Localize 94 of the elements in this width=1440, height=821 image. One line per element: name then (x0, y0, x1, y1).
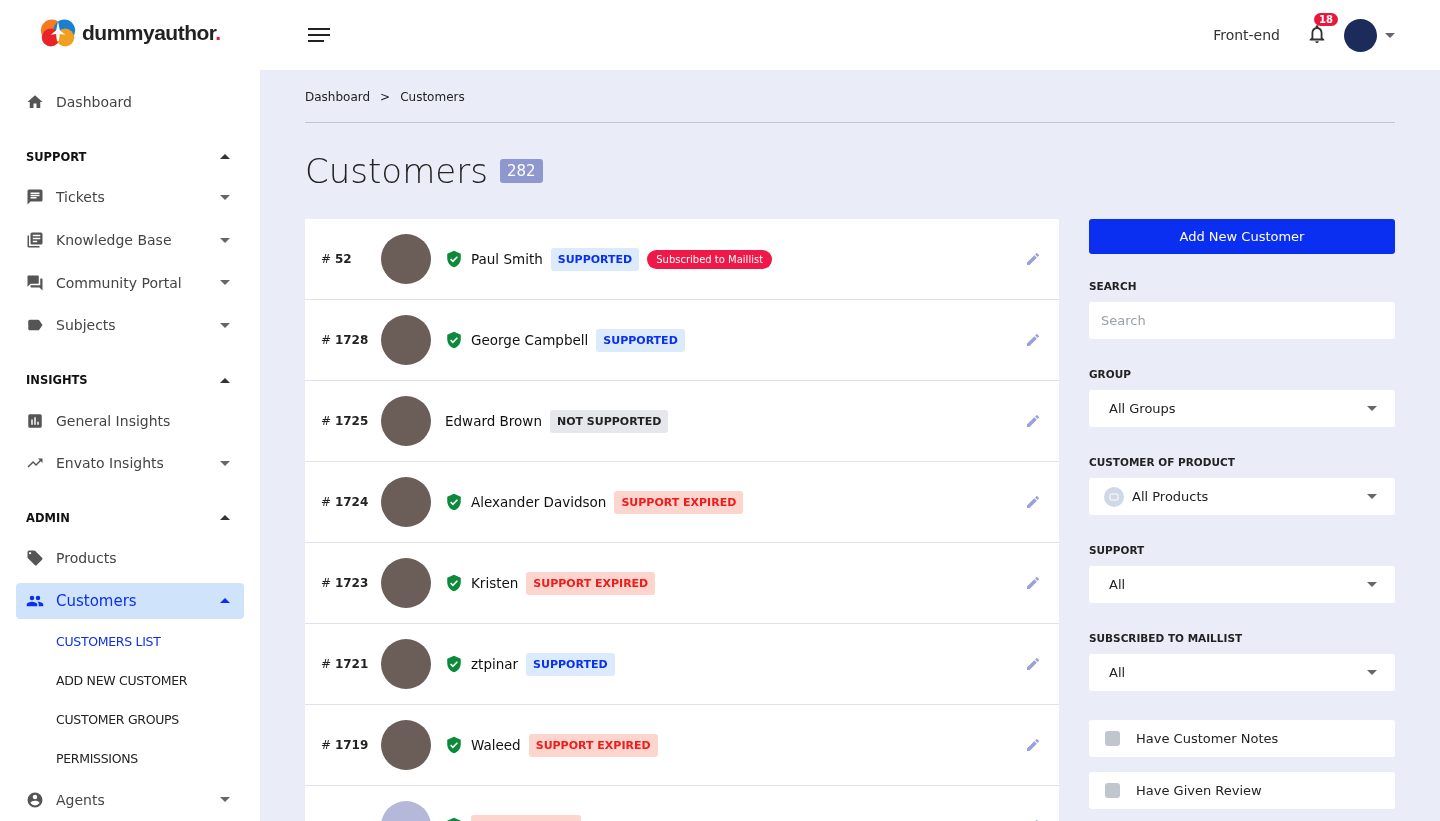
section-heading: INSIGHTS (26, 373, 88, 387)
page-title: Customers (305, 151, 488, 191)
caret-up-icon[interactable] (220, 377, 230, 383)
photo-placeholder (381, 477, 431, 527)
customer-id: # 1721 (321, 657, 370, 671)
person-icon (26, 790, 44, 809)
status-badge: Subscribed to Maillist (647, 249, 773, 269)
nav-item[interactable]: Knowledge Base (16, 221, 244, 259)
dropdown[interactable]: All Products (1089, 478, 1395, 515)
pencil-icon[interactable] (1025, 332, 1041, 348)
status-badge: SUPPORTED (596, 328, 685, 352)
nav-item[interactable]: Subjects (16, 307, 244, 344)
add-customer-button[interactable]: Add New Customer (1089, 219, 1395, 254)
customer-name: Alexander Davidson (471, 494, 607, 510)
breadcrumb-link[interactable]: Dashboard (305, 90, 371, 104)
photo-placeholder (381, 639, 431, 689)
breadcrumb-separator: > (380, 90, 391, 104)
pencil-icon[interactable] (1025, 251, 1041, 267)
section-heading: SUPPORT (26, 149, 87, 164)
avatar[interactable] (1344, 18, 1377, 52)
field-label: SUPPORT (1089, 544, 1146, 556)
caret-down-icon (1367, 494, 1377, 499)
status-badge: SUPPORT EXPIRED (614, 490, 744, 514)
status-badge: SUPPORTED (526, 652, 615, 676)
image-icon (1104, 486, 1124, 507)
field-label: CUSTOMER OF PRODUCT (1089, 456, 1236, 468)
caret-up-icon[interactable] (220, 154, 230, 160)
bar-chart-icon (26, 411, 44, 430)
checkbox-option[interactable]: Have Customer Notes (1089, 720, 1395, 757)
nav-item[interactable]: Dashboard (16, 84, 244, 121)
nav-item[interactable]: Agents (16, 781, 244, 818)
pencil-icon[interactable] (1025, 413, 1041, 429)
submenu-item[interactable]: CUSTOMERS LIST (16, 622, 244, 662)
dropdown[interactable]: All Groups (1089, 390, 1395, 427)
pencil-icon[interactable] (1025, 656, 1041, 672)
stacked-pages-icon (26, 231, 44, 250)
field-label: SEARCH (1089, 280, 1138, 292)
logo-icon (40, 17, 76, 49)
breadcrumb-link[interactable]: Customers (400, 90, 465, 104)
checkbox[interactable] (1105, 731, 1120, 746)
status-badge: SUPPORT EXPIRED (526, 571, 656, 595)
customer-name: Edward Brown (445, 413, 542, 429)
photo-placeholder (381, 558, 431, 608)
checkbox-option[interactable]: Have Given Review (1089, 772, 1395, 809)
caret-down-icon (1367, 670, 1377, 675)
submenu-item[interactable]: PERMISSIONS (16, 739, 244, 779)
caret-up-icon[interactable] (220, 515, 230, 521)
nav-item[interactable]: General Insights (16, 402, 244, 439)
caret-down-icon (1385, 32, 1395, 38)
pencil-icon[interactable] (1025, 575, 1041, 591)
section-heading: ADMIN (26, 510, 70, 525)
nav-item[interactable]: Products (16, 539, 244, 577)
customer-id: # 1728 (321, 333, 370, 347)
customer-name: ztpinar (471, 656, 519, 672)
photo-placeholder (381, 234, 431, 284)
caret-down-icon (1367, 582, 1377, 587)
submenu-item[interactable]: ADD NEW CUSTOMER (16, 661, 244, 701)
chat-bubbles-icon (26, 273, 44, 292)
message-icon (26, 188, 44, 207)
count-badge: 282 (499, 159, 543, 183)
menu-icon[interactable] (308, 28, 330, 42)
customer-id: # 1725 (321, 414, 370, 428)
customer-name: Waleed (471, 737, 521, 753)
field-label: SUBSCRIBED TO MAILLIST (1089, 632, 1244, 644)
photo-placeholder (381, 396, 431, 446)
customer-name: Kristen (471, 575, 519, 591)
customer-id: # 1719 (321, 738, 370, 752)
nav-item[interactable]: Community Portal (16, 264, 244, 302)
search-field[interactable]: Search (1089, 302, 1395, 339)
customer-id: # 1723 (321, 576, 370, 590)
tag-icon (26, 549, 44, 568)
pencil-icon[interactable] (1025, 494, 1041, 510)
photo-placeholder (381, 315, 431, 365)
nav-item[interactable]: Envato Insights (16, 444, 244, 482)
customer-id: # 1724 (321, 495, 370, 509)
brand-name: dummyauthor. (82, 21, 221, 45)
status-badge: SUPPORT EXPIRED (528, 733, 658, 757)
caret-down-icon (1367, 406, 1377, 411)
front-end-link[interactable]: Front-end (1213, 27, 1280, 43)
nav-item[interactable]: Customers (16, 582, 244, 620)
pencil-icon[interactable] (1025, 737, 1041, 753)
status-badge: SUPPORTED (550, 247, 640, 271)
dropdown[interactable]: All (1089, 654, 1395, 691)
nav-item[interactable]: Tickets (16, 179, 244, 216)
submenu-item[interactable]: CUSTOMER GROUPS (16, 700, 244, 740)
status-badge: NOT SUPPORTED (549, 409, 669, 433)
notification-badge: 18 (1314, 13, 1338, 26)
photo-placeholder (381, 720, 431, 770)
customer-name: Paul Smith (471, 251, 543, 267)
customer-name: George Campbell (471, 332, 589, 348)
field-label: GROUP (1089, 368, 1132, 380)
dropdown[interactable]: All (1089, 566, 1395, 603)
customer-id: # 52 (321, 252, 353, 266)
checkbox[interactable] (1105, 783, 1120, 798)
